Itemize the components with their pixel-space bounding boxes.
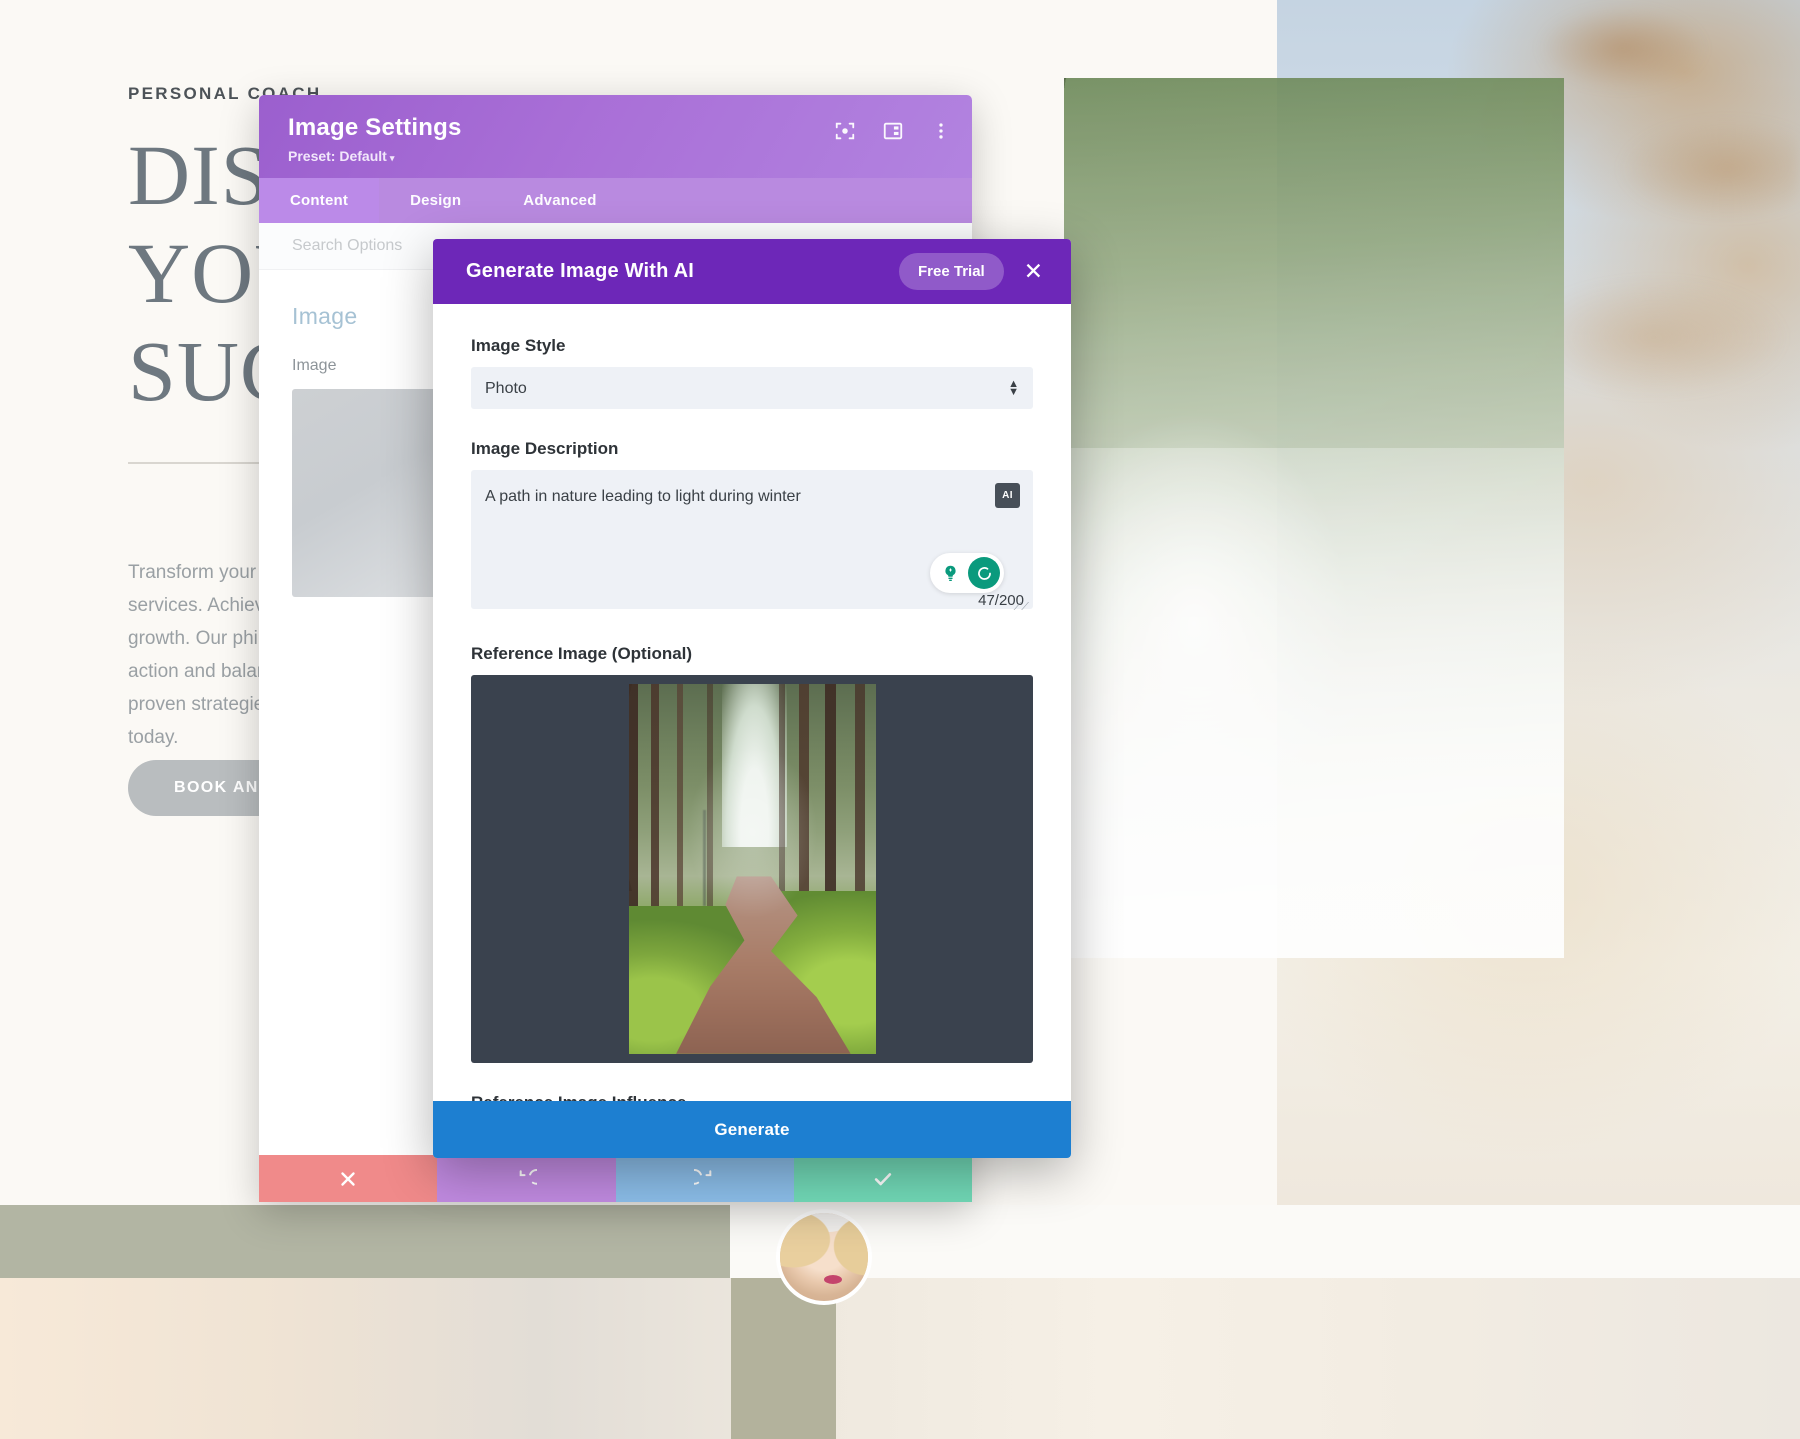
ai-badge-icon[interactable]: AI — [995, 483, 1020, 508]
image-style-field: PhotoIllustrationDigital Art3D RenderPai… — [471, 367, 1033, 409]
more-vertical-icon[interactable] — [930, 120, 952, 142]
chevron-down-icon: ▾ — [389, 153, 395, 163]
redo-icon — [693, 1168, 711, 1185]
bottom-photo-strip — [0, 1278, 1800, 1439]
reference-image-thumbnail — [628, 684, 876, 1054]
avatar-hair — [780, 1213, 868, 1301]
lightbulb-icon[interactable] — [934, 557, 966, 589]
tab-advanced[interactable]: Advanced — [492, 178, 627, 223]
bottom-white-panel — [730, 1205, 1800, 1278]
reference-image-label: Reference Image (Optional) — [471, 644, 693, 663]
reference-influence-label: Reference Image Influence — [471, 1093, 1033, 1101]
ai-suggestion-pill — [930, 553, 1004, 593]
ref-img-haze — [628, 684, 876, 1054]
undo-button[interactable] — [437, 1155, 616, 1202]
avatar — [776, 1209, 872, 1305]
save-button[interactable] — [793, 1155, 972, 1202]
layout-panel-icon[interactable] — [882, 120, 904, 142]
close-icon[interactable]: ✕ — [1018, 256, 1049, 287]
generate-image-with-ai-modal: Generate Image With AI Free Trial ✕ Imag… — [433, 239, 1071, 1158]
avatar-lips — [824, 1275, 842, 1284]
loading-spinner-icon[interactable] — [968, 557, 1000, 589]
tab-design[interactable]: Design — [379, 178, 492, 223]
check-icon — [874, 1172, 892, 1185]
panel-header: Image Settings Preset: Default ▾ — [259, 95, 972, 178]
redo-button[interactable] — [615, 1155, 794, 1202]
panel-footer-toolbar — [259, 1155, 972, 1202]
panel-tabs: Content Design Advanced — [259, 178, 972, 223]
ai-modal-header: Generate Image With AI Free Trial ✕ — [433, 239, 1071, 304]
cancel-button[interactable] — [259, 1155, 438, 1202]
image-description-label: Image Description — [471, 439, 619, 458]
close-icon — [341, 1171, 355, 1186]
panel-header-icons — [834, 120, 952, 142]
sage-color-band — [0, 1205, 730, 1278]
free-trial-button[interactable]: Free Trial — [899, 253, 1004, 290]
preset-label: Preset: Default — [288, 148, 387, 164]
resize-handle-icon[interactable]: ⟋⟋ — [1014, 602, 1029, 613]
spinner-glyph — [977, 566, 991, 580]
image-description-field: AI 47/200 ⟋⟋ — [471, 470, 1033, 614]
lightbulb-glyph — [944, 565, 956, 581]
focus-icon[interactable] — [834, 120, 856, 142]
tab-content[interactable]: Content — [259, 178, 380, 223]
undo-icon — [520, 1168, 538, 1185]
image-style-select[interactable]: PhotoIllustrationDigital Art3D RenderPai… — [471, 367, 1033, 409]
hero-forest-image — [1064, 78, 1564, 958]
ai-modal-body: Image Style PhotoIllustrationDigital Art… — [433, 304, 1071, 1101]
preset-selector[interactable]: Preset: Default ▾ — [288, 148, 950, 164]
reference-image-container[interactable] — [471, 675, 1033, 1063]
image-style-label: Image Style — [471, 336, 566, 355]
generate-button[interactable]: Generate — [433, 1101, 1071, 1158]
ai-modal-title: Generate Image With AI — [466, 260, 694, 282]
